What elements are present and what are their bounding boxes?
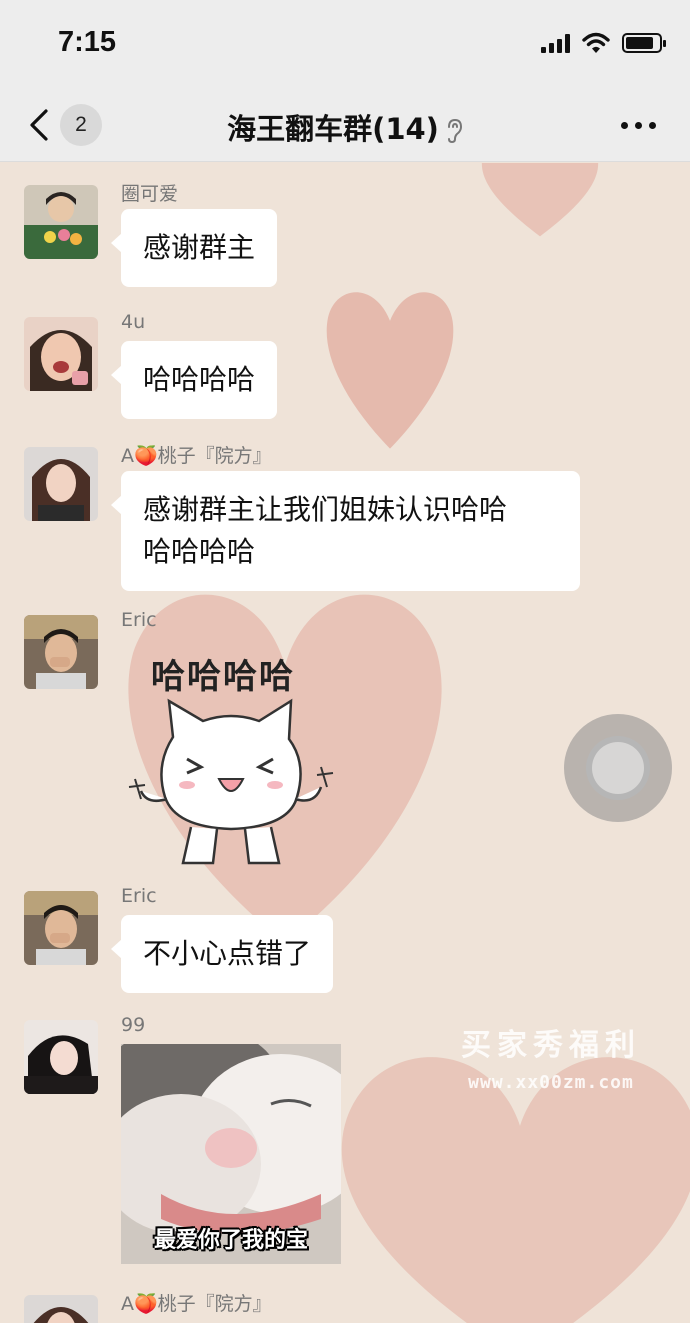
avatar[interactable]	[24, 447, 98, 521]
nav-bar: 2 海王翻车群(14)	[0, 88, 690, 162]
wifi-icon	[582, 32, 610, 53]
assistive-touch-button[interactable]	[564, 714, 672, 822]
message-bubble[interactable]: 不小心点错了	[110, 915, 334, 993]
message-item: 4u 哈哈哈哈	[0, 311, 690, 425]
avatar[interactable]	[24, 1020, 98, 1094]
battery-fill	[626, 37, 654, 49]
avatar[interactable]	[24, 891, 98, 965]
ear-icon	[447, 118, 462, 144]
sender-name: 4u	[121, 311, 146, 333]
message-text-line: 感谢群主让我们姐妹认识哈哈	[143, 493, 508, 526]
sender-name: A🍑桃子『院方』	[121, 445, 272, 467]
chat-title: 海王翻车群(14)	[0, 106, 690, 148]
sender-name: A🍑桃子『院方』	[121, 1293, 272, 1315]
cat-photo[interactable]: 最爱你了我的宝	[121, 1044, 341, 1264]
chat-title-text: 海王翻车群(14)	[227, 112, 439, 146]
watermark-url: www.xx00zm.com	[468, 1072, 634, 1093]
status-bar: 7:15	[0, 0, 690, 88]
laughing-cat-sticker[interactable]: 哈哈哈哈	[121, 637, 341, 867]
signal-icon	[541, 33, 570, 53]
avatar[interactable]	[24, 317, 98, 391]
photo-caption: 最爱你了我的宝	[153, 1228, 308, 1253]
message-text: 感谢群主	[143, 231, 256, 264]
avatar[interactable]	[24, 1295, 98, 1323]
sender-name: 圈可爱	[121, 183, 179, 205]
more-dots-icon[interactable]	[621, 122, 656, 129]
avatar[interactable]	[24, 185, 98, 259]
avatar[interactable]	[24, 615, 98, 689]
watermark: 买家秀福利 www.xx00zm.com	[426, 1020, 676, 1093]
message-item: A🍑桃子『院方』	[0, 1293, 690, 1323]
assistive-touch-icon	[586, 736, 650, 800]
message-item: A🍑桃子『院方』 感谢群主让我们姐妹认识哈哈 哈哈哈哈	[0, 445, 690, 595]
sender-name: Eric	[121, 609, 157, 631]
message-item: Eric 不小心点错了	[0, 885, 690, 999]
message-item: 圈可爱 感谢群主	[0, 183, 690, 293]
status-icons	[541, 30, 666, 56]
message-bubble[interactable]: 感谢群主	[110, 209, 278, 287]
sender-name: Eric	[121, 885, 157, 907]
status-time: 7:15	[58, 26, 117, 58]
message-text: 哈哈哈哈	[143, 363, 256, 396]
sender-name: 99	[121, 1014, 146, 1036]
message-bubble[interactable]: 哈哈哈哈	[110, 341, 278, 419]
message-bubble[interactable]: 感谢群主让我们姐妹认识哈哈 哈哈哈哈	[111, 471, 580, 591]
message-text-line: 哈哈哈哈	[143, 535, 256, 568]
message-text: 不小心点错了	[143, 937, 312, 970]
battery-icon	[622, 33, 666, 53]
watermark-title: 买家秀福利	[461, 1028, 641, 1063]
